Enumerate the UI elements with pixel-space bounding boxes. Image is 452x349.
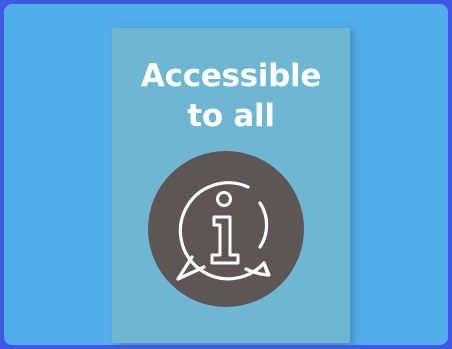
info-speech-bubble-icon: [176, 181, 271, 281]
info-badge: [148, 151, 304, 307]
poster: Accessible to all: [112, 28, 350, 343]
poster-title: Accessible to all: [112, 56, 350, 136]
background-panel: Accessible to all: [4, 4, 448, 345]
poster-title-line-2: to all: [187, 98, 275, 134]
poster-title-line-1: Accessible: [140, 58, 322, 94]
